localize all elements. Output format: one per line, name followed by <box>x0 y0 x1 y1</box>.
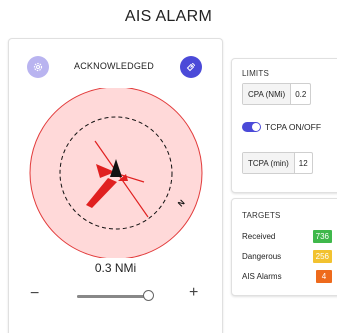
radar-display: N <box>29 88 203 258</box>
zoom-slider-track[interactable] <box>77 295 152 298</box>
cpa-input[interactable]: 0.2 <box>291 84 310 104</box>
limits-panel: LIMITS CPA (NMi) 0.2 TCPA ON/OFF TCPA (m… <box>231 58 337 193</box>
satellite-dish-icon <box>186 63 195 72</box>
tcpa-input[interactable]: 12 <box>295 153 312 173</box>
page-title: AIS ALARM <box>124 8 213 25</box>
range-label: 0.3 NMi <box>94 261 137 275</box>
target-row-ais-alarms: AIS Alarms 4 <box>242 270 332 284</box>
limits-heading: LIMITS <box>242 69 269 78</box>
radar-panel: ACKNOWLEDGED N 0.3 NMi − + <box>8 38 223 333</box>
ais-alarms-count-badge: 4 <box>316 270 332 283</box>
settings-button[interactable] <box>27 56 49 78</box>
target-row-received: Received 736 <box>242 230 332 244</box>
zoom-in-button[interactable]: + <box>189 284 198 302</box>
targets-heading: TARGETS <box>242 211 281 220</box>
toggle-knob <box>252 123 260 131</box>
tcpa-label: TCPA (min) <box>243 153 295 173</box>
zoom-slider-thumb[interactable] <box>142 290 154 301</box>
target-row-label: AIS Alarms <box>242 272 282 281</box>
zoom-out-button[interactable]: − <box>30 285 39 303</box>
tcpa-toggle-row[interactable]: TCPA ON/OFF <box>242 122 321 132</box>
target-row-label: Received <box>242 232 276 241</box>
tcpa-toggle[interactable] <box>242 122 261 132</box>
dangerous-count-badge: 256 <box>312 250 332 263</box>
target-row-dangerous: Dangerous 256 <box>242 250 332 264</box>
received-count-badge: 736 <box>312 230 332 243</box>
cpa-label: CPA (NMi) <box>243 84 292 104</box>
alarm-status-label: ACKNOWLEDGED <box>74 61 154 71</box>
zoom-control: − + <box>9 284 222 309</box>
gear-icon <box>33 62 43 72</box>
tcpa-field[interactable]: TCPA (min) 12 <box>242 152 313 174</box>
zoom-slider-fill <box>77 295 149 298</box>
target-row-label: Dangerous <box>242 252 282 261</box>
targets-panel: TARGETS Received 736 Dangerous 256 AIS A… <box>231 198 337 296</box>
locate-button[interactable] <box>180 56 202 78</box>
cpa-field[interactable]: CPA (NMi) 0.2 <box>242 83 312 105</box>
tcpa-toggle-label: TCPA ON/OFF <box>265 122 322 132</box>
